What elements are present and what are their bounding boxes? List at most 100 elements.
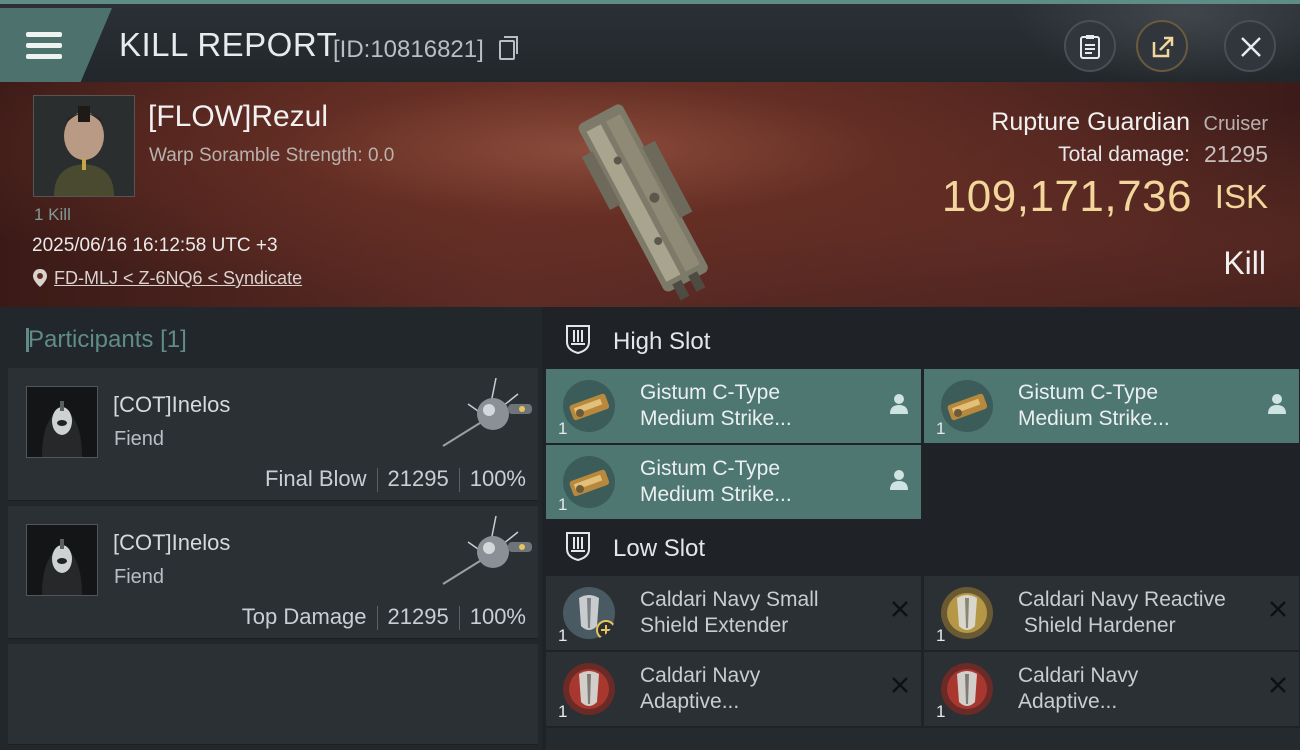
participant-ship: Fiend: [114, 566, 165, 588]
victim-portrait[interactable]: [33, 95, 135, 197]
high-slot-label: High Slot: [613, 328, 711, 355]
destroyed-x-icon: [892, 677, 908, 693]
participant-damage: 21295: [387, 466, 449, 491]
pilot-avatar-icon: [34, 96, 134, 196]
module-quantity: 1: [936, 419, 946, 438]
pilot-avatar-icon: [27, 387, 97, 457]
shield-extender-icon: [563, 587, 616, 640]
participants-label: Participants: [28, 326, 154, 353]
module-name-line2: Medium Strike...: [640, 483, 792, 506]
module-item-partial: [546, 728, 1300, 750]
adaptive-shield-icon: [941, 663, 993, 715]
adaptive-shield-icon: [563, 663, 615, 715]
divider: [458, 606, 460, 631]
divider: [458, 468, 460, 493]
destroyed-x-icon: [1270, 677, 1286, 693]
module-item[interactable]: 1 Gistum C-Type Medium Strike...: [546, 445, 921, 519]
isk-unit: ISK: [1214, 178, 1268, 215]
hamburger-icon-bar: [26, 43, 62, 48]
divider: [376, 468, 378, 493]
total-damage-value: 21295: [1204, 141, 1268, 167]
share-icon: [1152, 36, 1174, 58]
module-item[interactable]: 1 Caldari Navy Adaptive...: [924, 652, 1299, 726]
module-quantity: 1: [558, 626, 568, 645]
module-quantity: 1: [936, 626, 946, 645]
menu-button[interactable]: [0, 8, 112, 82]
participant-ship-icon: [442, 515, 532, 585]
module-name: Gistum C-Type Medium Strike...: [640, 380, 880, 432]
missile-launcher-icon: [563, 380, 615, 432]
participant-card[interactable]: [COT]Inelos Fiend Final Blow 21295 100%: [8, 368, 538, 501]
participant-role: Top Damage: [241, 604, 367, 629]
victim-ship-class: Cruiser: [1203, 113, 1268, 135]
shield-hardener-icon: [941, 587, 993, 639]
participant-percent: 100%: [469, 466, 526, 491]
missile-launcher-icon: [563, 456, 615, 508]
participant-card[interactable]: [COT]Inelos Fiend Top Damage 21295 100%: [8, 506, 538, 639]
participant-damage: 21295: [387, 604, 449, 629]
module-name: Caldari Navy Adaptive...: [1018, 663, 1258, 715]
hamburger-icon-bar: [26, 54, 62, 59]
pilot-avatar-icon: [27, 525, 97, 595]
warp-scramble-strength: Warp Soramble Strength: 0.0: [149, 145, 395, 166]
close-button[interactable]: [1224, 20, 1276, 72]
participants-count: [1]: [160, 326, 187, 353]
module-item[interactable]: 1 Caldari Navy Reactive Shield Hardener: [924, 576, 1299, 650]
module-name-line1: Gistum C-Type: [1018, 381, 1159, 404]
victim-ship-image[interactable]: [560, 90, 740, 305]
participant-name[interactable]: [COT]Inelos: [113, 392, 230, 418]
hamburger-icon: [26, 32, 62, 37]
module-quantity: 1: [558, 702, 568, 721]
location-pin-icon: [33, 269, 47, 287]
module-name-line2: Medium Strike...: [640, 407, 792, 430]
participant-role: Final Blow: [265, 466, 367, 491]
divider: [376, 606, 378, 631]
isk-value: 109,171,736: [941, 172, 1192, 221]
participant-stats: Top Damage 21295 100%: [241, 604, 526, 631]
dropped-person-icon: [890, 394, 908, 414]
module-name-line2: Adaptive...: [1018, 690, 1118, 713]
participant-ship: Fiend: [114, 428, 165, 450]
module-name-line1: Caldari Navy: [1018, 664, 1139, 687]
clipboard-button[interactable]: [1064, 20, 1116, 72]
module-item[interactable]: 1 Caldari Navy Adaptive...: [546, 652, 921, 726]
module-name-line2: Shield Extender: [640, 614, 789, 637]
kill-location-link[interactable]: FD-MLJ < Z-6NQ6 < Syndicate: [54, 268, 302, 289]
participant-avatar: [26, 386, 98, 458]
victim-ship-name[interactable]: Rupture Guardian: [991, 108, 1190, 137]
module-item[interactable]: 1 Caldari Navy Small Shield Extender: [546, 576, 921, 650]
module-name-line1: Gistum C-Type: [640, 381, 781, 404]
module-name-line1: Caldari Navy Reactive: [1018, 588, 1226, 611]
module-quantity: 1: [558, 495, 568, 514]
participant-ship-icon: [442, 377, 532, 447]
participant-name[interactable]: [COT]Inelos: [113, 530, 230, 556]
module-item[interactable]: 1 Gistum C-Type Medium Strike...: [546, 369, 921, 443]
module-name-line1: Gistum C-Type: [640, 457, 781, 480]
destroyed-x-icon: [1270, 601, 1286, 617]
module-name-line2: Medium Strike...: [1018, 407, 1170, 430]
low-slot-icon: [566, 532, 590, 561]
copy-icon[interactable]: [499, 36, 518, 60]
page-title: KILL REPORT: [119, 26, 338, 63]
module-item[interactable]: 1 Gistum C-Type Medium Strike...: [924, 369, 1299, 443]
module-name-line2: Shield Hardener: [1018, 614, 1176, 637]
clipboard-icon: [1080, 35, 1100, 59]
victim-name[interactable]: [FLOW]Rezul: [148, 100, 328, 134]
missile-launcher-icon: [941, 380, 993, 432]
top-bar: KILL REPORT [ID:10816821]: [0, 0, 1300, 86]
share-button[interactable]: [1136, 20, 1188, 72]
dropped-person-icon: [890, 470, 908, 490]
module-name-line1: Caldari Navy Small: [640, 588, 819, 611]
module-name: Gistum C-Type Medium Strike...: [640, 456, 880, 508]
participant-stats: Final Blow 21295 100%: [265, 466, 526, 493]
kill-datetime: 2025/06/16 16:12:58 UTC +3: [32, 235, 278, 256]
participant-avatar: [26, 524, 98, 596]
participant-percent: 100%: [469, 604, 526, 629]
destroyed-x-icon: [892, 601, 908, 617]
close-icon: [1241, 37, 1261, 57]
module-name-line1: Caldari Navy: [640, 664, 761, 687]
total-damage-label: Total damage:: [1058, 143, 1190, 166]
module-name-line2: Adaptive...: [640, 690, 740, 713]
module-quantity: 1: [936, 702, 946, 721]
participants-title: Participants [1]: [26, 326, 187, 354]
